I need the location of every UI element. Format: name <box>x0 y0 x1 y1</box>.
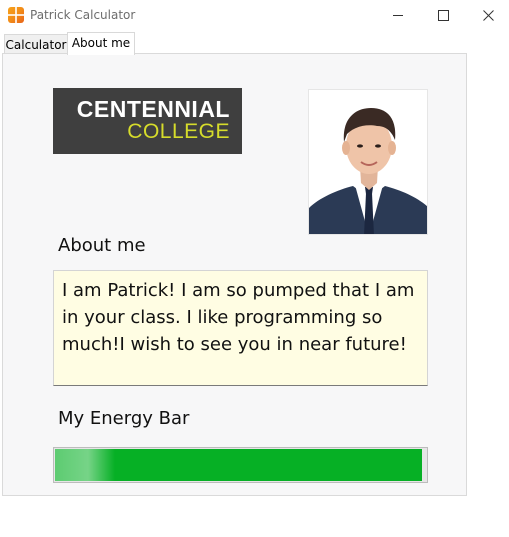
logo-line-2: COLLEGE <box>127 120 230 143</box>
energy-progress-bar <box>53 447 428 483</box>
close-icon <box>482 10 494 21</box>
minimize-button[interactable] <box>375 0 421 31</box>
profile-photo <box>308 89 428 235</box>
maximize-button[interactable] <box>420 0 466 31</box>
calculator-app-icon <box>8 7 24 23</box>
minimize-icon <box>393 15 403 16</box>
maximize-icon <box>437 10 449 21</box>
tab-about-me[interactable]: About me <box>67 32 135 55</box>
energy-bar-heading: My Energy Bar <box>58 408 190 429</box>
about-me-panel: CENTENNIAL COLLEGE About me I am Patrick… <box>2 53 467 496</box>
app-window: Patrick Calculator Calculator About me C… <box>0 0 509 537</box>
logo-line-1: CENTENNIAL <box>76 96 230 122</box>
close-button[interactable] <box>465 0 509 31</box>
tab-calculator[interactable]: Calculator <box>4 34 68 54</box>
centennial-college-logo: CENTENNIAL COLLEGE <box>53 88 242 154</box>
window-title: Patrick Calculator <box>30 8 136 22</box>
tab-strip: Calculator About me <box>0 31 509 55</box>
about-me-textbox[interactable]: I am Patrick! I am so pumped that I am i… <box>53 270 428 386</box>
about-me-heading: About me <box>58 235 146 256</box>
title-bar: Patrick Calculator <box>0 0 509 31</box>
energy-progress-fill <box>55 449 422 481</box>
